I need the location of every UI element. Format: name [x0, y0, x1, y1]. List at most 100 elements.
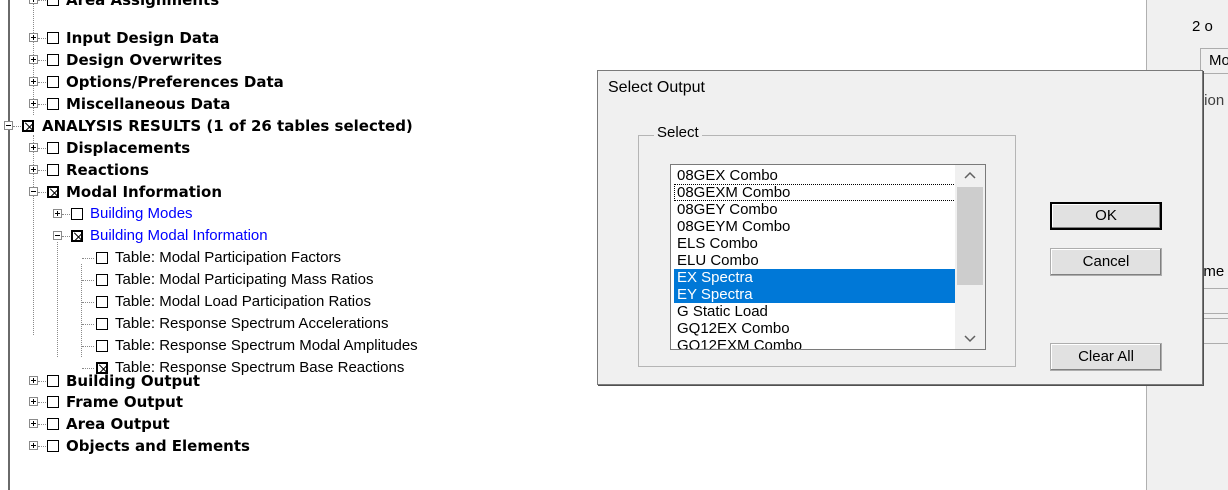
tree-node-building-modes[interactable]: Building Modes: [0, 203, 400, 225]
expand-icon[interactable]: [29, 77, 38, 86]
tree-node-objects-elements[interactable]: Objects and Elements: [0, 435, 400, 457]
tree-node-area-assignments[interactable]: Area Assignments: [0, 0, 400, 11]
scroll-thumb[interactable]: [957, 187, 983, 285]
checkbox-checked[interactable]: [22, 120, 34, 132]
output-case-listbox[interactable]: 08GEX Combo 08GEXM Combo 08GEY Combo 08G…: [670, 164, 986, 350]
checkbox[interactable]: [47, 32, 59, 44]
expand-icon[interactable]: [29, 441, 38, 450]
tree-node-label: Design Overwrites: [66, 51, 223, 69]
expand-icon[interactable]: [53, 209, 62, 218]
tree-node-reactions[interactable]: Reactions: [0, 159, 400, 181]
expand-icon[interactable]: [29, 165, 38, 174]
tree-node-label: Input Design Data: [66, 29, 220, 47]
checkbox[interactable]: [96, 296, 108, 308]
expand-icon[interactable]: [29, 0, 38, 4]
checkbox[interactable]: [47, 440, 59, 452]
scroll-down-arrow-icon[interactable]: [955, 329, 985, 349]
tree-node-label: Table: Modal Participating Mass Ratios: [115, 271, 374, 288]
modify-button[interactable]: Mo: [1200, 48, 1228, 74]
list-item[interactable]: GQ12EXM Combo: [674, 337, 956, 349]
tree-node-label: Table: Response Spectrum Modal Amplitude…: [115, 337, 418, 354]
tree-node-label: Area Output: [66, 415, 170, 433]
tables-tree: Area Assignments Input Design Data Desig…: [0, 0, 590, 490]
scroll-up-arrow-icon[interactable]: [955, 165, 985, 185]
ok-button[interactable]: OK: [1050, 202, 1162, 230]
tree-node-label: Area Assignments: [66, 0, 220, 9]
clear-all-button[interactable]: Clear All: [1050, 343, 1162, 371]
expand-icon[interactable]: [29, 33, 38, 42]
expand-icon[interactable]: [29, 419, 38, 428]
expand-icon[interactable]: [29, 143, 38, 152]
collapse-icon[interactable]: [29, 187, 38, 196]
tree-node-displacements[interactable]: Displacements: [0, 137, 400, 159]
checkbox[interactable]: [96, 318, 108, 330]
list-item[interactable]: GQ12EX Combo: [674, 320, 956, 337]
checkbox[interactable]: [96, 274, 108, 286]
tree-node-input-design-data[interactable]: Input Design Data: [0, 27, 400, 49]
tree-table-modal-load-participation-ratios[interactable]: Table: Modal Load Participation Ratios: [0, 291, 590, 313]
tree-node-label: ANALYSIS RESULTS (1 of 26 tables selecte…: [42, 117, 413, 135]
checkbox[interactable]: [47, 418, 59, 430]
tree-node-label: Building Modes: [90, 205, 193, 222]
checkbox[interactable]: [47, 98, 59, 110]
tree-node-design-overwrites[interactable]: Design Overwrites: [0, 49, 400, 71]
tree-node-area-output[interactable]: Area Output: [0, 413, 400, 435]
expand-icon[interactable]: [29, 55, 38, 64]
partial-button[interactable]: [1200, 288, 1228, 314]
tree-node-label: Table: Response Spectrum Accelerations: [115, 315, 389, 332]
partial-label: ime: [1200, 263, 1225, 280]
tree-node-label: Objects and Elements: [66, 437, 250, 455]
list-item[interactable]: ELS Combo: [674, 235, 956, 252]
checkbox[interactable]: [71, 208, 83, 220]
expand-icon[interactable]: [29, 99, 38, 108]
tree-table-response-spectrum-accelerations[interactable]: Table: Response Spectrum Accelerations: [0, 313, 590, 335]
tree-node-label: Displacements: [66, 139, 191, 157]
tree-node-analysis-results[interactable]: ANALYSIS RESULTS (1 of 26 tables selecte…: [0, 115, 590, 137]
list-item-selected[interactable]: EY Spectra: [674, 286, 956, 303]
tree-table-response-spectrum-modal-amplitudes[interactable]: Table: Response Spectrum Modal Amplitude…: [0, 335, 590, 357]
checkbox[interactable]: [96, 340, 108, 352]
expand-icon[interactable]: [29, 397, 38, 406]
checkbox[interactable]: [96, 252, 108, 264]
tree-table-modal-participation-factors[interactable]: Table: Modal Participation Factors: [0, 247, 590, 269]
listbox-scrollbar[interactable]: [955, 165, 985, 349]
expand-icon[interactable]: [29, 376, 38, 385]
list-item[interactable]: G Static Load: [674, 303, 956, 320]
list-item[interactable]: 08GEYM Combo: [674, 218, 956, 235]
tree-node-label: Miscellaneous Data: [66, 95, 231, 113]
tree-node-modal-information[interactable]: Modal Information: [0, 181, 400, 203]
list-item[interactable]: 08GEXM Combo: [674, 184, 956, 201]
tree-node-building-output[interactable]: Building Output: [0, 370, 400, 392]
tree-node-label: Reactions: [66, 161, 149, 179]
tree-node-building-modal-information[interactable]: Building Modal Information: [0, 225, 400, 247]
checkbox[interactable]: [47, 375, 59, 387]
checkbox[interactable]: [47, 76, 59, 88]
tree-table-modal-participating-mass-ratios[interactable]: Table: Modal Participating Mass Ratios: [0, 269, 590, 291]
checkbox[interactable]: [47, 396, 59, 408]
partial-label: tion: [1200, 92, 1225, 109]
cancel-button[interactable]: Cancel: [1050, 248, 1162, 276]
list-item[interactable]: 08GEY Combo: [674, 201, 956, 218]
checkbox[interactable]: [47, 142, 59, 154]
tree-node-label: Building Output: [66, 372, 201, 390]
tree-node-frame-output[interactable]: Frame Output: [0, 391, 400, 413]
checkbox[interactable]: [47, 0, 59, 6]
select-output-dialog: Select Output Select 08GEX Combo 08GEXM …: [597, 70, 1203, 385]
checkbox[interactable]: [47, 54, 59, 66]
tree-node-miscellaneous[interactable]: Miscellaneous Data: [0, 93, 400, 115]
checkbox-checked[interactable]: [47, 186, 59, 198]
tree-node-label: Options/Preferences Data: [66, 73, 284, 91]
checkbox-checked[interactable]: [71, 230, 83, 242]
list-item[interactable]: ELU Combo: [674, 252, 956, 269]
collapse-icon[interactable]: [53, 231, 62, 240]
checkbox[interactable]: [47, 164, 59, 176]
selection-count-text: 2 o: [1192, 18, 1213, 35]
partial-button[interactable]: [1200, 318, 1228, 344]
list-item[interactable]: 08GEX Combo: [674, 167, 956, 184]
list-item-selected[interactable]: EX Spectra: [674, 269, 956, 286]
collapse-icon[interactable]: [4, 121, 13, 130]
tree-node-options-preferences[interactable]: Options/Preferences Data: [0, 71, 400, 93]
tree-node-label: Table: Modal Participation Factors: [115, 249, 341, 266]
tree-node-label: Modal Information: [66, 183, 222, 201]
tree-node-label: Table: Modal Load Participation Ratios: [115, 293, 371, 310]
